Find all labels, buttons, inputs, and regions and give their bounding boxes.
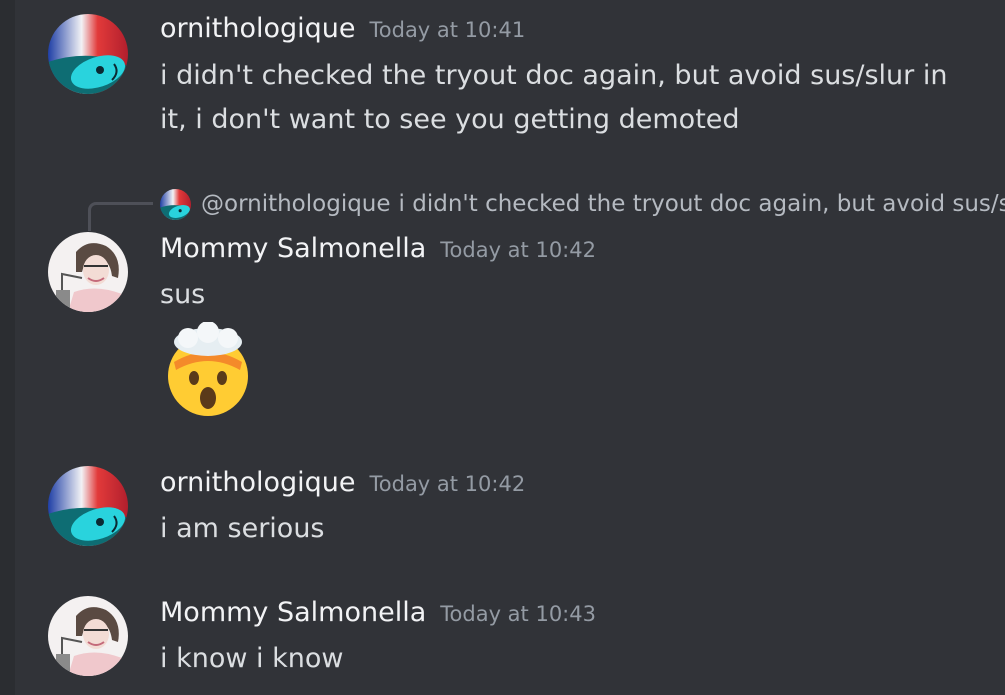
exploding-head-icon[interactable] <box>160 321 256 418</box>
reply-mention[interactable]: @ornithologique <box>201 191 391 217</box>
message-line: sus <box>160 279 206 310</box>
username[interactable]: Mommy Salmonella <box>160 233 426 264</box>
message-content: i know i know <box>160 637 960 681</box>
timestamp: Today at 10:42 <box>369 472 526 496</box>
avatar[interactable] <box>48 232 128 312</box>
username[interactable]: ornithologique <box>160 13 356 44</box>
avatar[interactable] <box>48 596 128 676</box>
message-content: sus <box>160 273 960 317</box>
reply-connector <box>88 202 153 231</box>
username[interactable]: ornithologique <box>160 467 356 498</box>
message-line: i know i know <box>160 643 344 674</box>
avatar[interactable] <box>48 14 128 94</box>
message-content: i am serious <box>160 507 960 551</box>
message-line: i am serious <box>160 513 325 544</box>
timestamp: Today at 10:42 <box>440 238 596 262</box>
reply-preview[interactable]: @ornithologique i didn't checked the try… <box>160 186 1005 222</box>
reply-text: i didn't checked the tryout doc again, b… <box>398 191 1005 217</box>
message-line: it, i don't want to see you getting demo… <box>160 104 740 135</box>
channel-sidebar-edge <box>0 0 15 695</box>
timestamp: Today at 10:41 <box>369 18 526 42</box>
message-content: i didn't checked the tryout doc again, b… <box>160 54 960 142</box>
username[interactable]: Mommy Salmonella <box>160 597 426 628</box>
reply-avatar <box>160 188 191 220</box>
timestamp: Today at 10:43 <box>440 602 596 626</box>
avatar[interactable] <box>48 466 128 546</box>
message-line: i didn't checked the tryout doc again, b… <box>160 60 948 91</box>
